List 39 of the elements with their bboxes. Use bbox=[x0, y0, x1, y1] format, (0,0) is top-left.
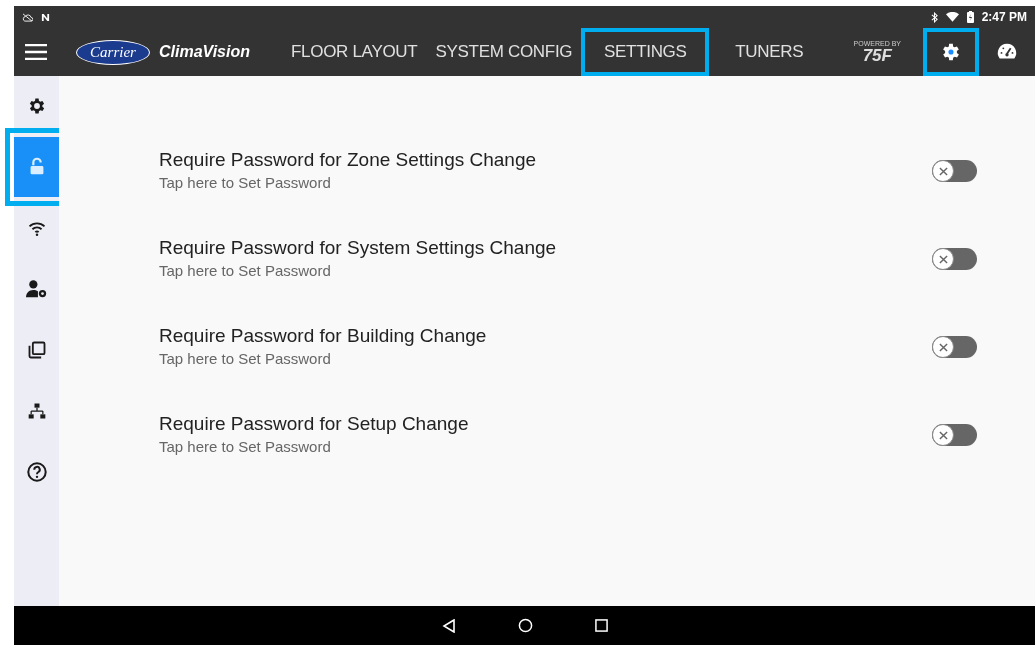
battery-icon bbox=[966, 11, 974, 23]
recents-icon[interactable] bbox=[594, 619, 608, 632]
clock: 2:47 PM bbox=[981, 9, 1027, 26]
help-icon bbox=[25, 461, 48, 483]
bluetooth-icon bbox=[930, 11, 938, 23]
setting-title: Require Password for Building Change bbox=[159, 324, 488, 348]
user-gear-icon bbox=[24, 278, 49, 300]
wifi-icon bbox=[945, 12, 959, 22]
cloud-off-icon bbox=[22, 12, 33, 22]
close-icon bbox=[938, 254, 948, 264]
product-name: ClimaVision bbox=[159, 42, 250, 62]
setting-title: Require Password for System Settings Change bbox=[159, 236, 558, 260]
nav-tab[interactable]: SYSTEM CONFIG bbox=[426, 28, 582, 76]
copy-icon bbox=[26, 340, 47, 360]
setting-title: Require Password for Setup Change bbox=[159, 412, 470, 436]
toggle-switch[interactable] bbox=[932, 160, 977, 182]
toggle-switch[interactable] bbox=[932, 248, 977, 270]
close-icon bbox=[938, 430, 948, 440]
nav-tab[interactable]: TUNERS bbox=[709, 28, 830, 76]
nav-tab[interactable]: SETTINGS bbox=[581, 28, 710, 76]
setting-subtitle[interactable]: Tap here to Set Password bbox=[159, 436, 932, 458]
home-icon[interactable] bbox=[517, 618, 533, 633]
settings-button[interactable] bbox=[923, 28, 979, 76]
setting-subtitle[interactable]: Tap here to Set Password bbox=[159, 260, 932, 282]
toggle-switch[interactable] bbox=[932, 336, 977, 358]
close-icon bbox=[938, 166, 948, 176]
menu-icon bbox=[25, 44, 47, 60]
back-icon[interactable] bbox=[441, 618, 456, 633]
setting-subtitle[interactable]: Tap here to Set Password bbox=[159, 172, 932, 194]
setting-subtitle[interactable]: Tap here to Set Password bbox=[159, 348, 932, 370]
network-icon bbox=[26, 401, 47, 421]
logo-badge: Carrier bbox=[76, 39, 150, 65]
nav-tab[interactable]: FLOOR LAYOUT bbox=[282, 28, 427, 76]
settings-icon bbox=[940, 41, 962, 63]
close-icon bbox=[938, 342, 948, 352]
logo-mark: 75F bbox=[862, 47, 892, 64]
notification-icon bbox=[41, 12, 50, 22]
setting-title: Require Password for Zone Settings Change bbox=[159, 148, 538, 172]
toggle-switch[interactable] bbox=[932, 424, 977, 446]
